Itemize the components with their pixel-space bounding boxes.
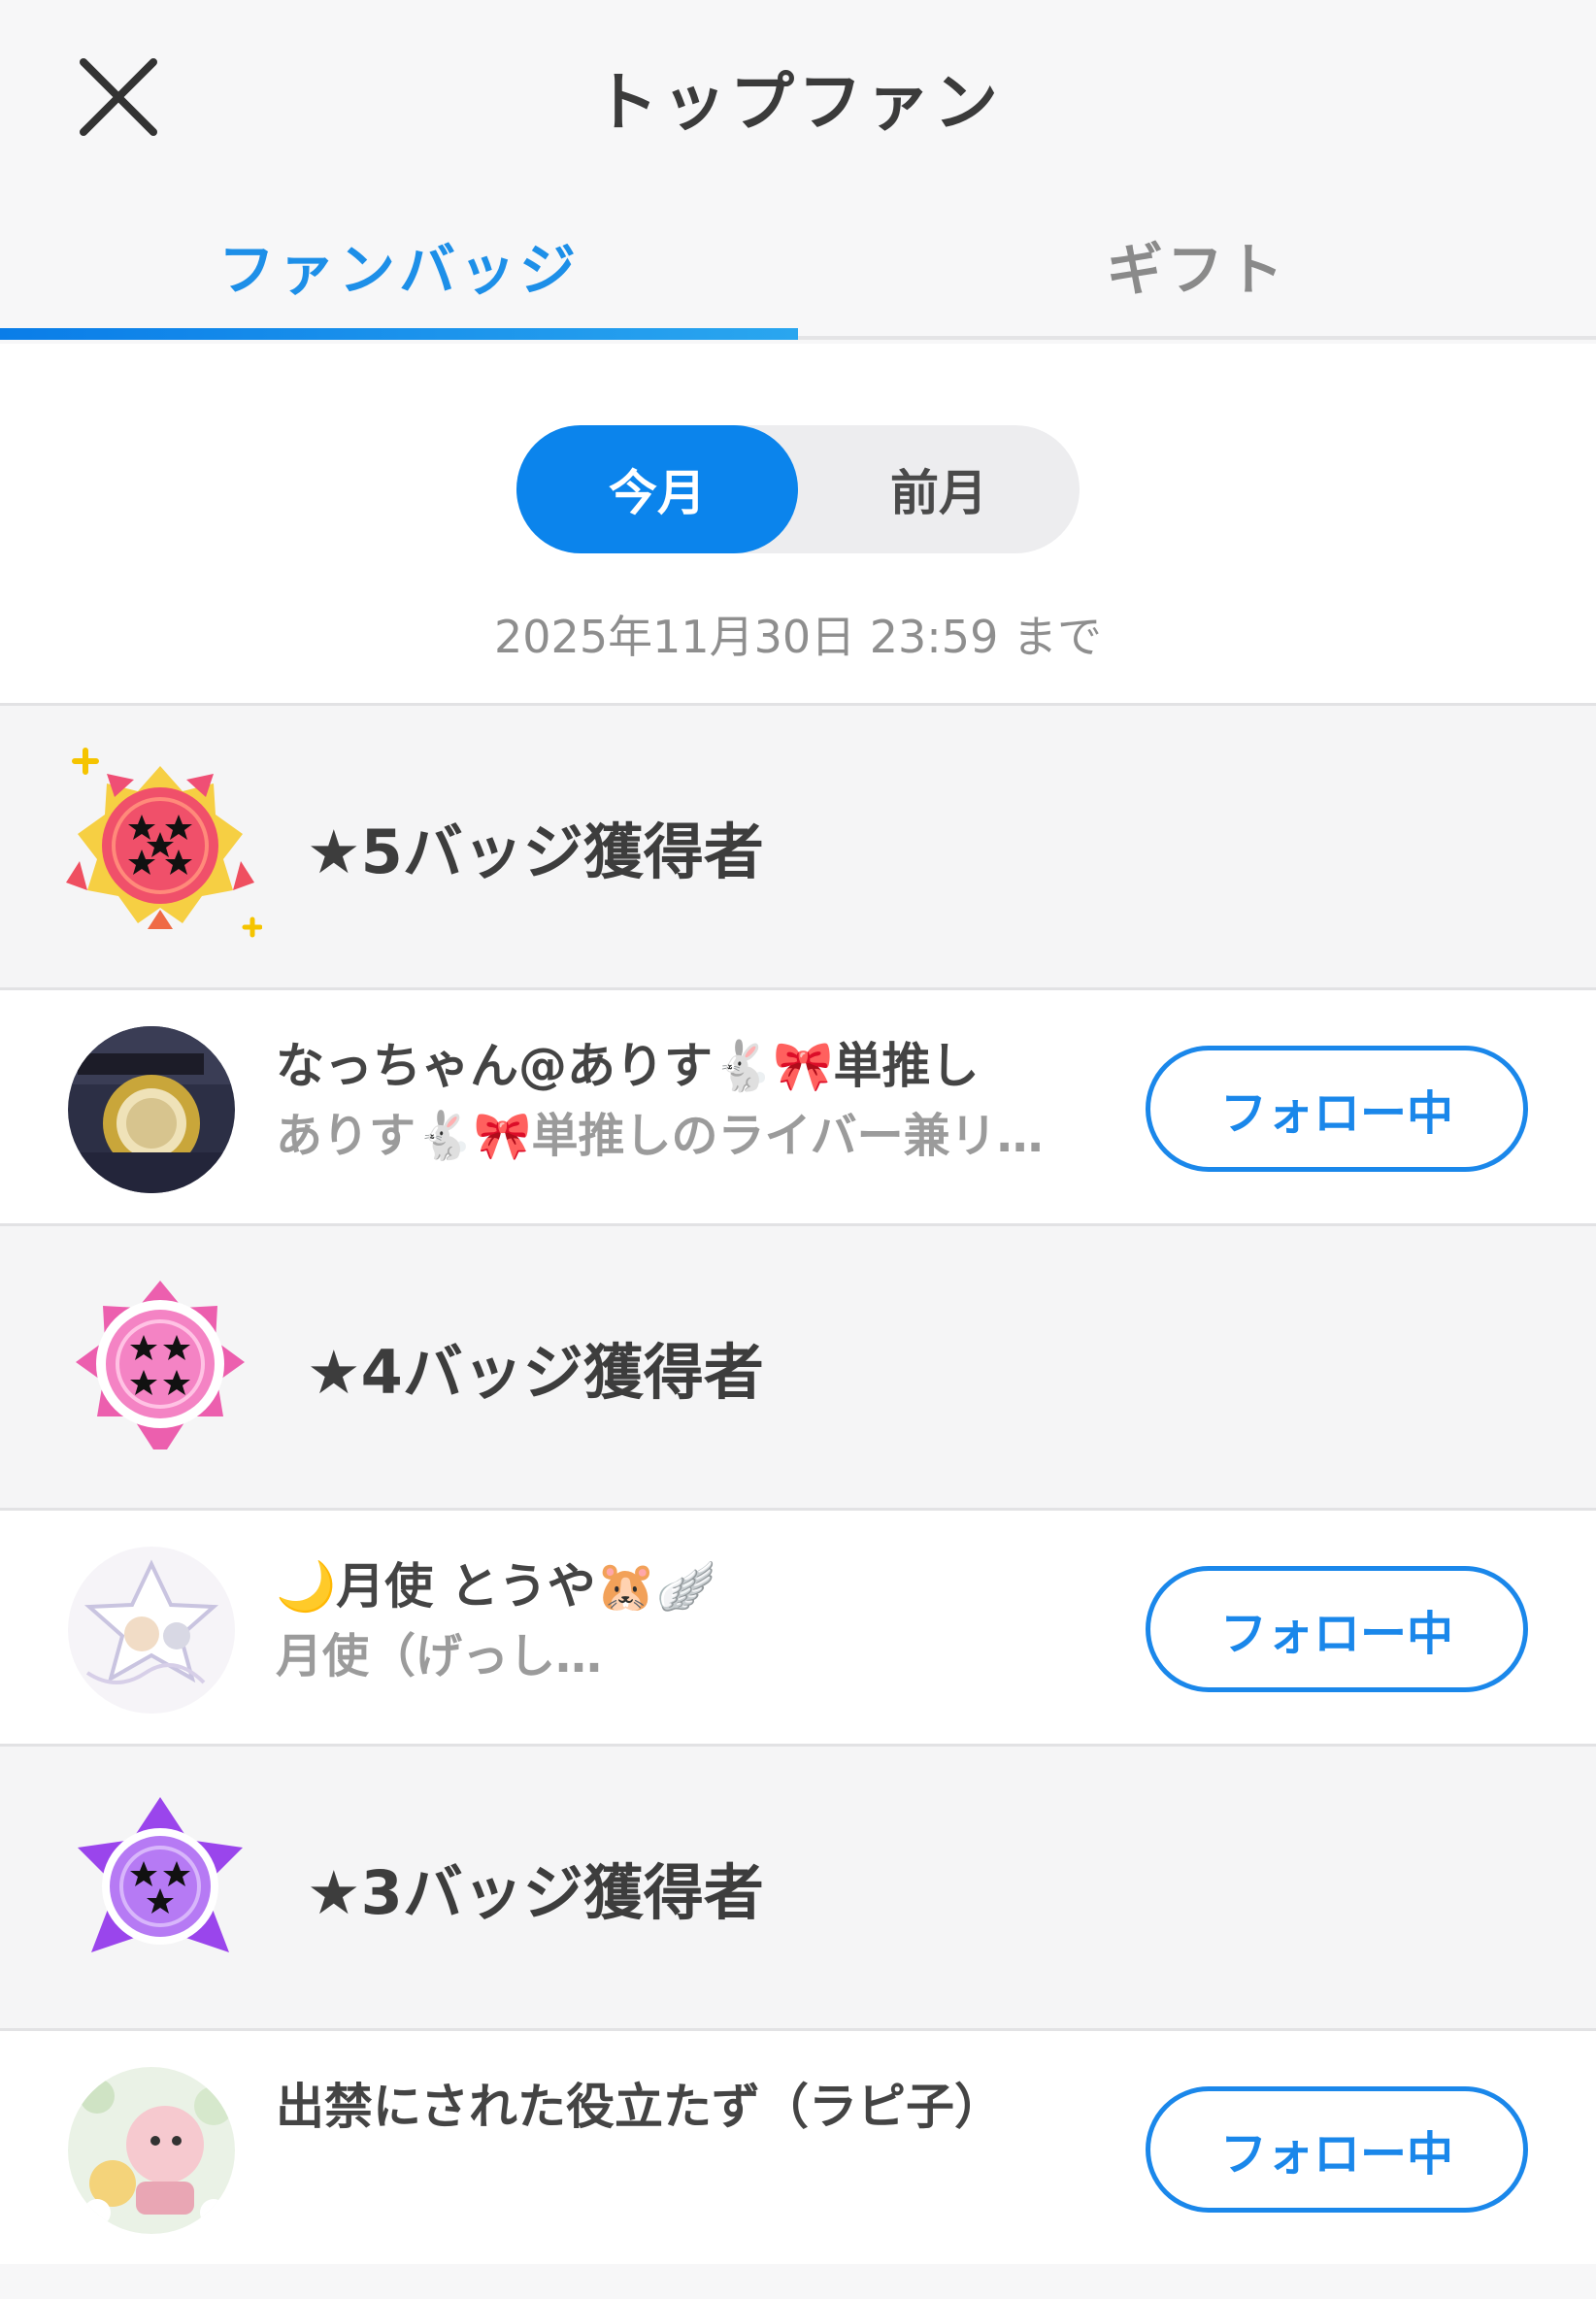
tier-label-4: ★4バッジ獲得者 xyxy=(307,1337,764,1408)
fan-row[interactable]: 🌙月使 とうや🐹🪽 月使（げっし… フォロー中 xyxy=(0,1511,1596,1744)
deadline-text: 2025年11月30日 23:59 まで xyxy=(494,611,1102,663)
tab-gift[interactable]: ギフト xyxy=(798,194,1596,336)
tab-bar: ファンバッジ ギフト xyxy=(0,194,1596,340)
following-button[interactable]: フォロー中 xyxy=(1146,1046,1528,1172)
tier-label-5: ★5バッジ獲得者 xyxy=(307,816,764,887)
tier-header-5: ★5バッジ獲得者 xyxy=(0,703,1596,990)
avatar[interactable] xyxy=(68,2067,235,2234)
fan-row[interactable]: なっちゃん@ありす🐇🎀単推し ありす🐇🎀単推しのライバー兼リ… フォロー中 xyxy=(0,990,1596,1223)
user-name: 🌙月使 とうや🐹🪽 xyxy=(276,1558,717,1615)
user-bio: ありす🐇🎀単推しのライバー兼リ… xyxy=(276,1109,1044,1163)
fan-list: ★5バッジ獲得者 なっちゃん@ありす🐇🎀単推し ありす🐇🎀単推しのライバー兼リ…… xyxy=(0,703,1596,2264)
user-bio: 月使（げっし… xyxy=(276,1629,603,1683)
this-month-button[interactable]: 今月 xyxy=(516,425,798,553)
tier-header-3: ★3バッジ獲得者 xyxy=(0,1744,1596,2031)
three-star-badge-icon xyxy=(78,1797,243,1952)
following-button[interactable]: フォロー中 xyxy=(1146,2086,1528,2213)
user-name: なっちゃん@ありす🐇🎀単推し xyxy=(276,1038,980,1094)
fan-row[interactable]: 出禁にされた役立たず（ラピ子） フォロー中 xyxy=(0,2031,1596,2264)
avatar[interactable] xyxy=(68,1026,235,1193)
last-month-button[interactable]: 前月 xyxy=(798,425,1080,553)
user-name: 出禁にされた役立たず（ラピ子） xyxy=(276,2079,1003,2135)
period-toggle: 今月 前月 xyxy=(516,425,1080,553)
four-star-badge-icon xyxy=(76,1281,245,1449)
tier-label-3: ★3バッジ獲得者 xyxy=(307,1857,764,1928)
avatar[interactable] xyxy=(68,1547,235,1714)
five-star-badge-icon xyxy=(66,748,262,938)
period-section: 今月 前月 2025年11月30日 23:59 まで xyxy=(0,344,1596,703)
tab-fan-badge[interactable]: ファンバッジ xyxy=(0,194,798,340)
following-button[interactable]: フォロー中 xyxy=(1146,1566,1528,1692)
page-title: トップファン xyxy=(594,65,1002,140)
tier-header-4: ★4バッジ獲得者 xyxy=(0,1223,1596,1511)
header: トップファン xyxy=(0,0,1596,184)
